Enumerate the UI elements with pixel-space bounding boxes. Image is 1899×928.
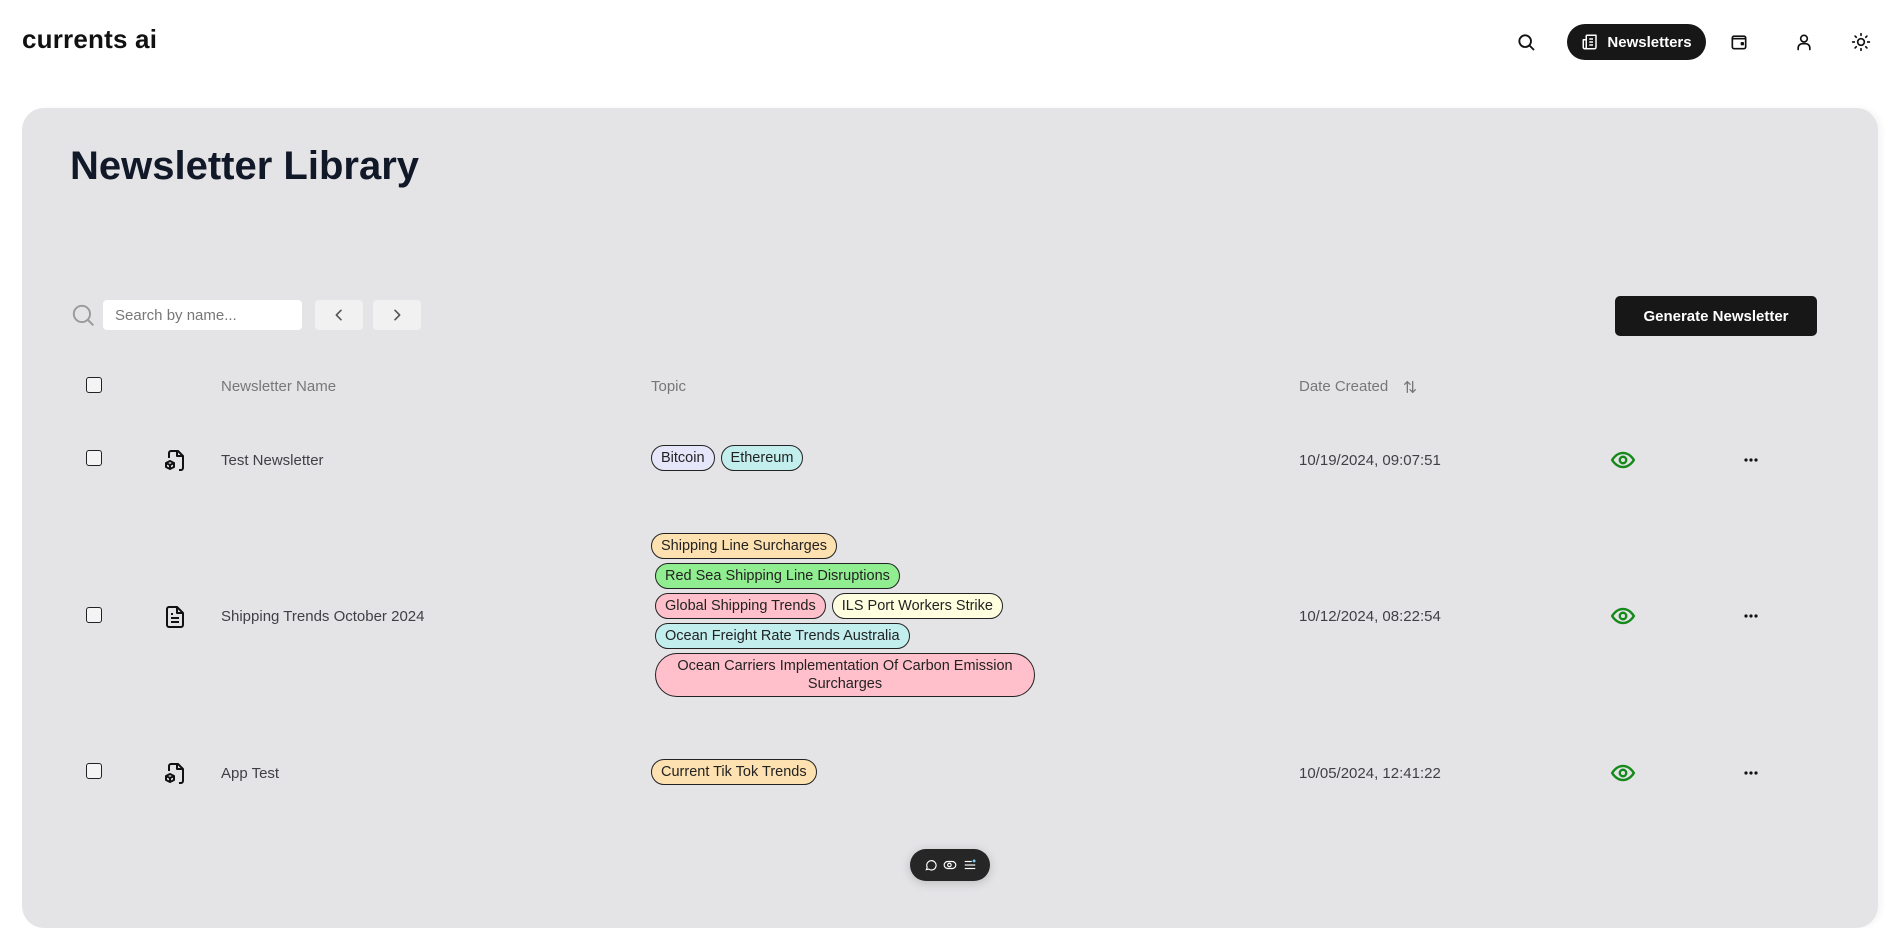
search-field-icon bbox=[70, 302, 96, 328]
nav-theme-toggle[interactable] bbox=[1847, 28, 1875, 56]
search-icon bbox=[72, 304, 94, 326]
nav-profile-button[interactable] bbox=[1790, 28, 1818, 56]
topic-tag: Global Shipping Trends bbox=[655, 593, 826, 619]
column-header-date[interactable]: Date Created bbox=[1299, 378, 1418, 395]
page-title: Newsletter Library bbox=[70, 144, 420, 188]
more-horizontal-icon bbox=[1744, 771, 1758, 775]
user-icon bbox=[1797, 34, 1811, 51]
app-logo[interactable]: currents ai bbox=[22, 24, 157, 55]
topic-tags: Bitcoin Ethereum bbox=[651, 445, 804, 471]
wallet-icon bbox=[1731, 35, 1747, 50]
view-button[interactable] bbox=[1610, 447, 1636, 473]
more-horizontal-icon bbox=[1744, 614, 1758, 618]
generate-newsletter-button[interactable]: Generate Newsletter bbox=[1615, 296, 1817, 336]
file-text-icon bbox=[163, 605, 187, 629]
floating-toolbar bbox=[910, 849, 990, 881]
search-input[interactable] bbox=[103, 300, 302, 330]
sort-arrows-icon[interactable] bbox=[1402, 379, 1418, 395]
chevron-left-icon bbox=[335, 309, 342, 321]
column-header-date-label: Date Created bbox=[1299, 378, 1389, 395]
more-horizontal-icon bbox=[1744, 458, 1758, 462]
topic-tag: Current Tik Tok Trends bbox=[651, 759, 817, 785]
eye-icon bbox=[1610, 607, 1636, 625]
topic-tags: Shipping Line Surcharges Red Sea Shippin… bbox=[651, 533, 1035, 697]
top-bar: currents ai Newsletters bbox=[0, 0, 1899, 84]
newsletter-name[interactable]: App Test bbox=[221, 765, 279, 782]
prev-page-button[interactable] bbox=[315, 300, 363, 330]
menu-icon bbox=[964, 859, 976, 870]
nav-newsletters-button[interactable]: Newsletters bbox=[1567, 24, 1706, 60]
more-options-button[interactable] bbox=[1739, 604, 1763, 628]
search-icon bbox=[1518, 34, 1535, 51]
topic-tags: Current Tik Tok Trends bbox=[651, 759, 817, 785]
chat-icon bbox=[924, 860, 937, 871]
newsletter-name[interactable]: Test Newsletter bbox=[221, 452, 324, 469]
chevron-right-icon bbox=[394, 309, 401, 321]
column-header-name-label: Newsletter Name bbox=[221, 378, 337, 395]
row-checkbox[interactable] bbox=[86, 763, 102, 779]
chat-button[interactable] bbox=[924, 858, 938, 872]
row-checkbox[interactable] bbox=[86, 450, 102, 466]
eye-icon bbox=[1610, 764, 1636, 782]
date-created: 10/05/2024, 12:41:22 bbox=[1299, 765, 1441, 782]
view-button[interactable] bbox=[1610, 603, 1636, 629]
topic-tag: Bitcoin bbox=[651, 445, 715, 471]
row-checkbox[interactable] bbox=[86, 607, 102, 623]
topic-tag: Ocean Freight Rate Trends Australia bbox=[655, 623, 910, 649]
newspaper-icon bbox=[1582, 34, 1598, 50]
newsletter-name[interactable]: Shipping Trends October 2024 bbox=[221, 608, 424, 625]
date-created: 10/12/2024, 08:22:54 bbox=[1299, 608, 1441, 625]
toggle-icon bbox=[943, 860, 957, 870]
topic-tag: Ethereum bbox=[720, 445, 804, 471]
file-box-icon bbox=[163, 761, 187, 785]
topic-tag: Red Sea Shipping Line Disruptions bbox=[655, 563, 900, 589]
view-button[interactable] bbox=[1610, 760, 1636, 786]
column-header-topic: Topic bbox=[651, 378, 686, 395]
column-header-name: Newsletter Name bbox=[221, 378, 336, 395]
nav-search-button[interactable] bbox=[1512, 28, 1540, 56]
more-options-button[interactable] bbox=[1739, 448, 1763, 472]
menu-button[interactable] bbox=[963, 858, 977, 872]
file-box-icon bbox=[163, 448, 187, 472]
toggle-button[interactable] bbox=[943, 858, 957, 872]
column-header-topic-label: Topic bbox=[651, 378, 687, 395]
nav-wallet-button[interactable] bbox=[1725, 28, 1753, 56]
topic-tag: Shipping Line Surcharges bbox=[651, 533, 838, 559]
topic-tag: Ocean Carriers Implementation Of Carbon … bbox=[655, 653, 1035, 697]
library-panel: Newsletter Library Generate Newsletter N… bbox=[22, 108, 1878, 928]
topic-tag: ILS Port Workers Strike bbox=[831, 593, 1003, 619]
sun-icon bbox=[1851, 32, 1871, 52]
next-page-button[interactable] bbox=[373, 300, 421, 330]
eye-icon bbox=[1610, 451, 1636, 469]
date-created: 10/19/2024, 09:07:51 bbox=[1299, 452, 1441, 469]
select-all-checkbox[interactable] bbox=[86, 377, 102, 393]
nav-newsletters-label: Newsletters bbox=[1607, 33, 1692, 51]
more-options-button[interactable] bbox=[1739, 761, 1763, 785]
